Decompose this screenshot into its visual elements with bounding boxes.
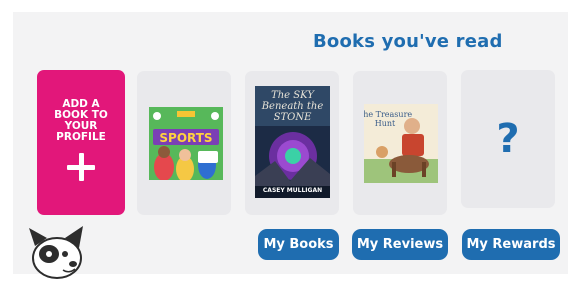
- plus-icon: [67, 153, 95, 181]
- my-reviews-button[interactable]: My Reviews: [352, 229, 448, 260]
- book-title-treasure: The Treasure Hunt: [364, 110, 413, 128]
- book-cover-sky-beneath-stone[interactable]: The SKY Beneath the STONE CASEY MULLIGAN: [255, 86, 330, 198]
- book-title-sports: SPORTS: [159, 131, 213, 145]
- dog-mascot-icon: [25, 224, 95, 282]
- book-author-sky: CASEY MULLIGAN: [262, 187, 323, 194]
- book-cover-sports[interactable]: SPORTS: [149, 107, 223, 180]
- book-title-sky: The SKY Beneath the STONE: [261, 90, 324, 123]
- section-heading: Books you've read: [313, 31, 503, 52]
- book-cover-treasure-hunt[interactable]: The Treasure Hunt: [364, 104, 438, 183]
- my-rewards-button[interactable]: My Rewards: [462, 229, 560, 260]
- my-books-button[interactable]: My Books: [258, 229, 339, 260]
- question-mark-icon: ?: [496, 116, 520, 162]
- empty-book-slot[interactable]: ?: [461, 70, 555, 208]
- add-book-card[interactable]: ADD A BOOK TO YOUR PROFILE: [37, 70, 125, 215]
- add-book-label: ADD A BOOK TO YOUR PROFILE: [54, 98, 108, 143]
